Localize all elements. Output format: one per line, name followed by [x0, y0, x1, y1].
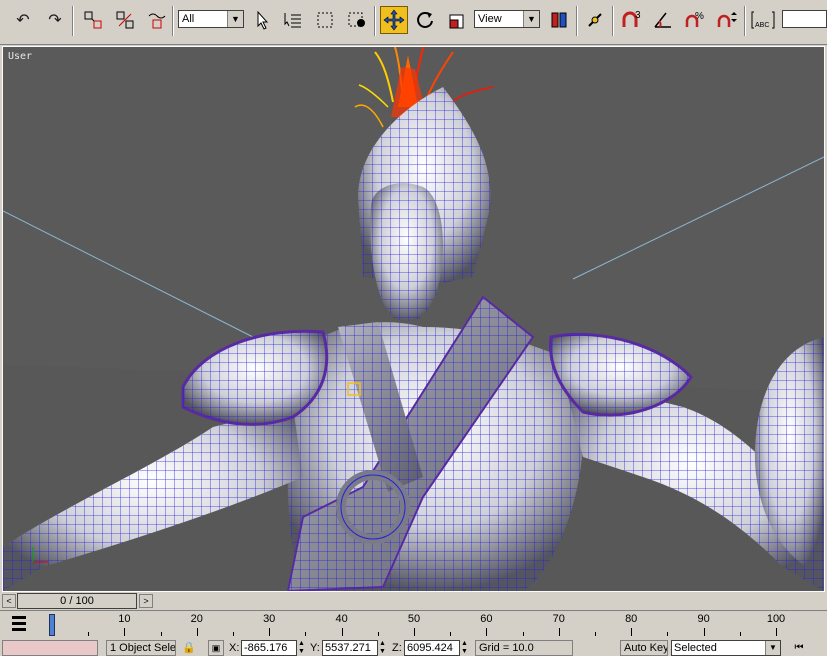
trackbar[interactable]: 0102030405060708090100 — [0, 610, 827, 639]
trackbar-tick — [160, 632, 162, 636]
toolbar-separator — [576, 6, 578, 36]
grid-size: Grid = 10.0 — [475, 640, 573, 656]
trackbar-tick-label: 30 — [263, 613, 276, 625]
x-label: X: — [229, 642, 240, 654]
trackbar-tick-label: 80 — [625, 613, 638, 625]
select-and-link-icon[interactable] — [80, 6, 106, 34]
user-viewport[interactable]: User — [2, 46, 825, 592]
trackbar-tick — [486, 628, 488, 636]
chevron-down-icon: ▼ — [765, 641, 780, 655]
selection-filter-value: All — [182, 13, 195, 25]
absolute-mode-icon[interactable]: ▣ — [208, 640, 224, 656]
reference-coordinate-dropdown[interactable]: View ▼ — [474, 10, 540, 28]
y-coordinate-field[interactable]: 5537.271 — [322, 640, 378, 656]
select-and-move-icon[interactable] — [380, 6, 408, 34]
spinner-snap-icon[interactable] — [714, 6, 740, 34]
snap-dimension-label: 3 — [635, 10, 641, 21]
trackbar-tick-label: 70 — [552, 613, 565, 625]
rectangular-selection-icon[interactable] — [312, 6, 338, 34]
trackbar-tick — [595, 632, 596, 636]
time-slider[interactable]: < 0 / 100 > — [0, 592, 827, 610]
x-spinner-icon[interactable]: ▲ ▼ — [298, 640, 306, 656]
chevron-down-icon: ▼ — [227, 11, 243, 27]
trackbar-tick — [305, 632, 307, 636]
y-spinner-icon[interactable]: ▲ ▼ — [379, 640, 387, 656]
select-and-manipulate-icon[interactable] — [582, 6, 608, 34]
trackbar-tick-label: 90 — [697, 613, 710, 625]
trackbar-current-frame[interactable] — [49, 614, 55, 636]
trackbar-tick — [558, 628, 560, 636]
selection-info: 1 Object Sele — [106, 640, 176, 656]
trackbar-tick-label: 50 — [407, 613, 421, 625]
toolbar-separator — [72, 6, 74, 36]
selection-filter-dropdown[interactable]: All ▼ — [178, 10, 244, 28]
trackbar-icon[interactable] — [6, 613, 34, 635]
key-filter-dropdown[interactable]: Selected ▼ — [671, 640, 781, 656]
light-guide-right — [572, 156, 824, 280]
select-and-rotate-icon[interactable] — [412, 6, 438, 34]
undo-icon[interactable]: ↶ — [10, 6, 36, 34]
y-label: Y: — [310, 642, 320, 654]
select-and-scale-icon[interactable] — [444, 6, 470, 34]
named-selection-input[interactable] — [782, 10, 827, 28]
time-slider-thumb[interactable]: 0 / 100 — [17, 593, 137, 609]
toolbar-separator — [744, 6, 746, 36]
status-bar: 1 Object Sele 🔒 ▣ X: -865.176 ▲ ▼ Y: 5537… — [0, 638, 827, 656]
trackbar-tick — [776, 628, 777, 636]
z-spinner-icon[interactable]: ▲ ▼ — [461, 640, 469, 656]
named-selection-label: ABC — [755, 22, 769, 29]
trackbar-tick — [522, 632, 524, 636]
trackbar-tick — [667, 632, 669, 636]
trackbar-tick — [233, 632, 234, 636]
go-to-start-icon[interactable]: ⏮ — [790, 640, 808, 656]
trackbar-tick — [269, 628, 271, 636]
trackbar-tick — [377, 632, 379, 636]
key-filter-value: Selected — [674, 642, 717, 654]
toolbar-separator — [374, 6, 376, 36]
time-slider-prev-button[interactable]: < — [2, 594, 16, 608]
trackbar-tick-label: 40 — [335, 613, 348, 625]
trackbar-tick — [341, 628, 343, 636]
snaps-toggle-icon[interactable]: 3 — [618, 6, 644, 34]
unlink-icon[interactable] — [112, 6, 138, 34]
trackbar-tick — [124, 628, 126, 636]
auto-key-button[interactable]: Auto Key — [620, 640, 668, 656]
trackbar-tick — [450, 632, 452, 636]
time-slider-next-button[interactable]: > — [139, 594, 153, 608]
trackbar-tick-label: 20 — [190, 613, 203, 625]
trackbar-tick — [88, 632, 90, 636]
toolbar-separator — [172, 6, 174, 36]
z-label: Z: — [392, 642, 402, 654]
trackbar-tick — [631, 628, 633, 636]
toolbar-separator — [612, 6, 614, 36]
main-toolbar: ↶ ↷ All ▼ View ▼ 3 % ABC — [0, 0, 827, 45]
use-pivot-center-icon[interactable] — [546, 6, 572, 34]
light-guide-left — [3, 210, 254, 338]
select-by-name-icon[interactable] — [280, 6, 306, 34]
percent-snap-icon[interactable]: % — [682, 6, 708, 34]
bind-space-warp-icon[interactable] — [144, 6, 170, 34]
viewport-scene — [3, 47, 824, 591]
maxscript-listener[interactable] — [2, 640, 98, 656]
chevron-down-icon: ▼ — [523, 11, 539, 27]
trackbar-tick — [703, 628, 705, 636]
trackbar-tick — [739, 632, 741, 636]
percent-snap-label: % — [695, 11, 704, 22]
trackbar-tick-label: 10 — [118, 613, 131, 625]
trackbar-tick — [196, 628, 198, 636]
trackbar-tick-label: 100 — [766, 613, 786, 625]
trackbar-tick — [414, 628, 415, 636]
window-crossing-icon[interactable] — [344, 6, 370, 34]
trackbar-tick-label: 60 — [480, 613, 493, 625]
lock-selection-icon[interactable]: 🔒 — [182, 640, 196, 656]
x-coordinate-field[interactable]: -865.176 — [241, 640, 297, 656]
reference-coordinate-value: View — [478, 13, 502, 25]
z-coordinate-field[interactable]: 6095.424 — [404, 640, 460, 656]
redo-icon[interactable]: ↷ — [42, 6, 68, 34]
edit-named-selection-icon[interactable]: ABC — [750, 6, 776, 34]
angle-snap-icon[interactable] — [650, 6, 676, 34]
select-object-icon[interactable] — [250, 6, 276, 34]
